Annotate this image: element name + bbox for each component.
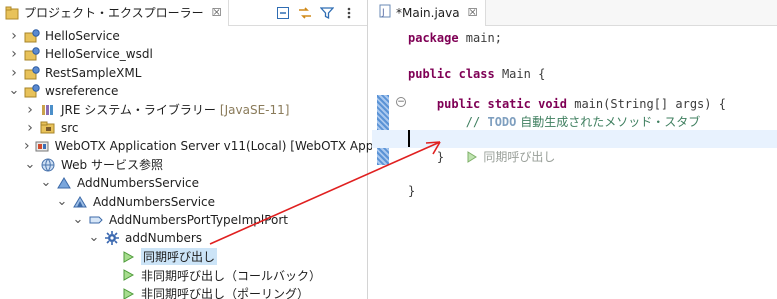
filter-icon[interactable] bbox=[319, 5, 335, 21]
project-explorer-icon bbox=[4, 5, 20, 21]
code-line-8: } bbox=[436, 150, 445, 164]
view-menu-icon[interactable] bbox=[341, 5, 357, 21]
chevron-down-icon[interactable]: ⌄ bbox=[24, 158, 36, 171]
library-icon bbox=[40, 102, 56, 118]
tree-item[interactable]: › HelloService_wsdl bbox=[0, 45, 367, 63]
tab-project-explorer[interactable]: プロジェクト・エクスプローラー ☒ bbox=[0, 0, 229, 26]
java-file-icon: J bbox=[378, 4, 392, 21]
close-icon[interactable]: ☒ bbox=[212, 6, 222, 19]
tree-item[interactable]: ⌄ AddNumbersService bbox=[0, 174, 367, 192]
java-editor-panel: J *Main.java ☒ − package main; public cl… bbox=[372, 0, 777, 299]
tree-item-label: src bbox=[61, 121, 79, 135]
text-cursor bbox=[408, 130, 410, 147]
chevron-right-icon[interactable]: › bbox=[24, 102, 36, 118]
code-line-1: package main; bbox=[408, 31, 502, 45]
tab-main-java[interactable]: J *Main.java ☒ bbox=[372, 0, 487, 26]
tree-item-label: 同期呼び出し bbox=[141, 248, 218, 266]
annotation-ruler bbox=[372, 27, 390, 299]
web-project-icon bbox=[24, 83, 40, 99]
collapse-all-icon[interactable] bbox=[275, 5, 291, 21]
explorer-tab-bar: プロジェクト・エクスプローラー ☒ bbox=[0, 0, 367, 26]
tree-item-label: wsreference bbox=[45, 84, 119, 99]
chevron-down-icon[interactable]: ⌄ bbox=[8, 84, 20, 97]
code-area[interactable]: package main; public class Main { public… bbox=[372, 27, 777, 299]
tree-item-label: JRE システム・ライブラリー bbox=[61, 103, 216, 118]
tree-item[interactable]: › JRE システム・ライブラリー [JavaSE-11] bbox=[0, 101, 367, 119]
tree-item[interactable]: ⌄ addNumbers bbox=[0, 229, 367, 247]
tree-item-label: AddNumbersService bbox=[77, 176, 200, 191]
chevron-right-icon[interactable]: › bbox=[8, 46, 20, 62]
chevron-right-icon[interactable]: › bbox=[8, 28, 20, 44]
tree-item[interactable]: ⌄ Web サービス参照 bbox=[0, 156, 367, 174]
tree-item[interactable]: › src bbox=[0, 119, 367, 137]
tree-item[interactable]: ⌄ AddNumbersService bbox=[0, 193, 367, 211]
fold-toggle-icon[interactable]: − bbox=[396, 97, 406, 107]
port-icon bbox=[88, 212, 104, 228]
code-line-3: public class Main { bbox=[408, 67, 546, 81]
tree-item[interactable]: 非同期呼び出し（ポーリング） bbox=[0, 285, 367, 299]
code-line-5: public static void main(String[] args) { bbox=[436, 97, 726, 111]
chevron-right-icon[interactable]: › bbox=[24, 120, 36, 136]
tree-item[interactable]: › RestSampleXML bbox=[0, 64, 367, 82]
editor-tab-bar: J *Main.java ☒ bbox=[372, 0, 777, 26]
code-line-7-current: 同期呼び出し bbox=[372, 130, 777, 164]
tree-item[interactable]: › WebOTX Application Server v11(Local) [W… bbox=[0, 137, 409, 155]
tree-item-label: HelloService_wsdl bbox=[45, 47, 153, 62]
server-runtime-icon bbox=[34, 138, 50, 154]
tab-project-explorer-label: プロジェクト・エクスプローラー bbox=[24, 6, 204, 20]
code-line-6-comment: // TODO 自動生成されたメソッド・スタブ bbox=[465, 115, 701, 129]
tree-item-label: addNumbers bbox=[125, 231, 203, 246]
explorer-toolbar bbox=[275, 5, 367, 21]
tree-item[interactable]: ⌄ wsreference bbox=[0, 82, 367, 100]
tree-item-label: 非同期呼び出し（コールバック） bbox=[141, 268, 322, 283]
project-tree: › HelloService › HelloService_wsdl › RestSamp… bbox=[0, 27, 409, 299]
web-service-reference-icon bbox=[40, 157, 56, 173]
tree-item[interactable]: ⌄ AddNumbersPortTypeImplPort bbox=[0, 211, 367, 229]
tree-item-label: AddNumbersPortTypeImplPort bbox=[109, 213, 289, 227]
tree-item[interactable]: 同期呼び出し bbox=[0, 248, 367, 266]
tree-item-label: 非同期呼び出し（ポーリング） bbox=[141, 287, 310, 299]
invoke-arrow-icon bbox=[120, 267, 136, 283]
chevron-right-icon[interactable]: › bbox=[8, 65, 20, 81]
tree-item-decoration: [JavaSE-11] bbox=[219, 102, 290, 117]
chevron-down-icon[interactable]: ⌄ bbox=[56, 195, 68, 208]
operation-gear-icon bbox=[104, 230, 120, 246]
tree-item-label: AddNumbersService bbox=[93, 194, 216, 209]
invoke-arrow-icon bbox=[120, 249, 136, 265]
invoke-arrow-icon bbox=[120, 286, 136, 299]
tree-item-label: HelloService bbox=[45, 29, 120, 43]
tab-main-java-label: *Main.java bbox=[396, 5, 460, 20]
chevron-down-icon[interactable]: ⌄ bbox=[72, 213, 84, 226]
chevron-down-icon[interactable]: ⌄ bbox=[40, 176, 52, 189]
project-explorer-panel: プロジェクト・エクスプローラー ☒ › HelloService › HelloSer… bbox=[0, 0, 409, 299]
service-triangle-icon bbox=[72, 194, 88, 210]
web-project-icon bbox=[24, 46, 40, 62]
source-folder-icon bbox=[40, 120, 56, 136]
tree-item-label: Web サービス参照 bbox=[61, 158, 163, 173]
code-line-10: } bbox=[408, 184, 416, 198]
web-project-icon bbox=[24, 28, 40, 44]
web-project-icon bbox=[24, 65, 40, 81]
tree-item[interactable]: › HelloService bbox=[0, 27, 367, 45]
link-with-editor-icon[interactable] bbox=[297, 5, 313, 21]
chevron-right-icon[interactable]: › bbox=[24, 138, 30, 154]
svg-text:J: J bbox=[381, 8, 385, 18]
chevron-down-icon[interactable]: ⌄ bbox=[88, 231, 100, 244]
tree-item[interactable]: 非同期呼び出し（コールバック） bbox=[0, 266, 367, 284]
close-icon[interactable]: ☒ bbox=[468, 6, 478, 19]
tree-item-label: RestSampleXML bbox=[45, 65, 142, 80]
tree-item-label: WebOTX Application Server v11(Local) [We… bbox=[54, 139, 410, 154]
service-icon bbox=[56, 175, 72, 191]
